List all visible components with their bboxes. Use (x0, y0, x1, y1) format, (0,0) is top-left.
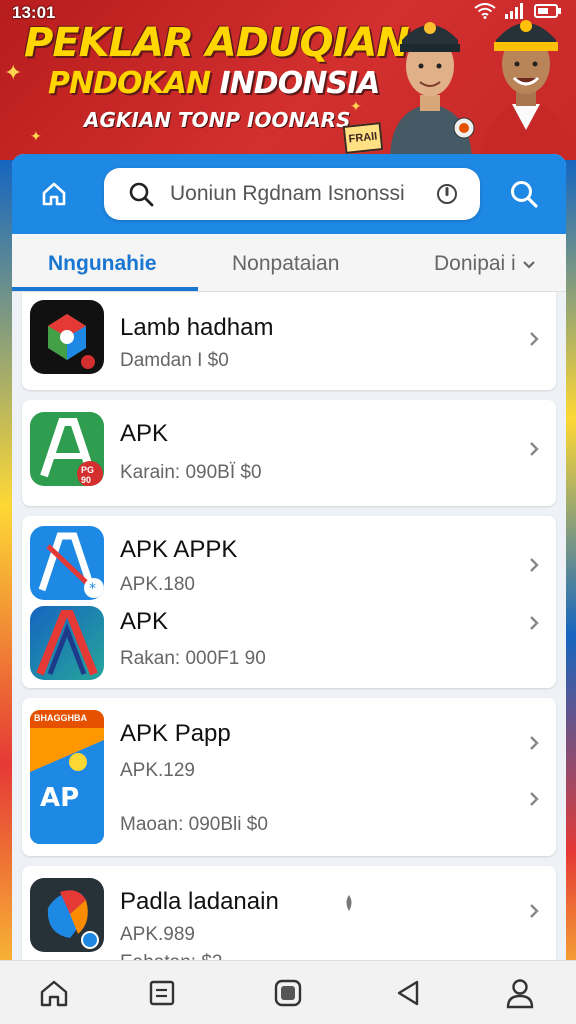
tab-2-label: Donipai i (434, 252, 516, 275)
app-version: APK.989 (120, 924, 195, 945)
sparkle-icon: ✦ (4, 60, 23, 85)
chevron-right-icon (530, 792, 539, 806)
app-price: Damdan I $0 (120, 350, 229, 371)
status-time: 13:01 (12, 3, 56, 22)
home-icon (40, 980, 68, 1007)
bottom-nav-bar (0, 960, 576, 1024)
chevron-right-icon (530, 558, 539, 572)
app-name: APK APPK (120, 536, 238, 563)
app-name: APK (120, 608, 169, 635)
app-name: Padla ladanain (120, 888, 279, 915)
list-item[interactable]: Lamb hadham Damdan I $0 (22, 292, 556, 390)
user-icon (506, 979, 534, 1009)
tab-0[interactable]: Nngunahie (48, 252, 157, 276)
battery-icon (534, 4, 561, 18)
search-input[interactable] (170, 178, 420, 210)
app-price: Maoan: 090Bli $0 (120, 814, 268, 835)
banner-subtitle-b: INDONSIA (219, 66, 381, 101)
blue-a-app-icon: * (30, 526, 104, 600)
nav-home-button[interactable] (36, 975, 72, 1011)
wifi-icon (474, 3, 496, 19)
banner-sign: FRAlI (342, 122, 384, 154)
chevron-right-icon (530, 332, 539, 346)
app-icon-text: BHAGGHBA (34, 713, 87, 723)
back-icon (397, 980, 419, 1006)
list-item[interactable]: * APK APPK APK.180 APK Rakan: 000F1 90 (22, 516, 556, 688)
colorful-app-icon (30, 878, 104, 952)
nav-overview-button[interactable] (270, 975, 306, 1011)
app-price: Karain: 090BÏ $0 (120, 462, 262, 483)
hex-app-icon (30, 300, 104, 374)
svg-text:*: * (89, 581, 96, 597)
chevron-right-icon (530, 904, 539, 918)
square-icon (274, 979, 302, 1007)
app-price: Rakan: 000F1 90 (120, 648, 266, 669)
chevron-right-icon (530, 616, 539, 630)
status-icons (474, 3, 562, 19)
app-list: Lamb hadham Damdan I $0 PG 90 APK Karain… (12, 292, 566, 974)
chevron-right-icon (530, 736, 539, 750)
search-icon (129, 182, 154, 207)
home-button[interactable] (34, 176, 74, 212)
svg-text:AP: AP (40, 783, 79, 813)
app-version: APK.180 (120, 574, 195, 595)
list-item[interactable]: AP BHAGGHBA APK Papp APK.129 Maoan: 090B… (22, 698, 556, 856)
active-tab-indicator (12, 287, 198, 291)
promo-banner[interactable]: ✦ ✦ ✦ PEKLAR ADUQIAN PNDOKAN INDONSIA AG… (0, 0, 576, 160)
search-icon (511, 181, 538, 208)
banner-tagline: AGKIAN TONP IOONARS (84, 108, 351, 132)
green-a-app-icon: PG 90 (30, 412, 104, 486)
signal-icon (505, 3, 523, 19)
status-bar: 13:01 (0, 0, 576, 26)
list-item[interactable]: Padla ladanain APK.989 Eahatan: $2 (22, 866, 556, 974)
list-item[interactable]: PG 90 APK Karain: 090BÏ $0 (22, 400, 556, 506)
voice-search-icon[interactable] (436, 183, 458, 205)
app-name: APK (120, 420, 169, 447)
nav-profile-button[interactable] (502, 975, 538, 1011)
nav-recents-button[interactable] (144, 975, 180, 1011)
nav-back-button[interactable] (390, 975, 426, 1011)
app-version: APK.129 (120, 760, 195, 781)
chevron-down-icon (522, 261, 535, 269)
sparkle-icon: ✦ (30, 128, 42, 144)
search-button[interactable] (504, 174, 544, 214)
pin-icon (346, 895, 352, 911)
banner-title: PEKLAR ADUQIAN (24, 20, 410, 66)
category-tabs: Nngunahie Nonpataian Donipai i (12, 234, 566, 292)
tab-2[interactable]: Donipai i (434, 252, 536, 276)
home-icon (42, 182, 66, 206)
chevron-right-icon (530, 442, 539, 456)
tab-1[interactable]: Nonpataian (232, 252, 339, 276)
banner-subtitle-a: PNDOKAN (48, 66, 220, 101)
app-store-panel: Nngunahie Nonpataian Donipai i Lamb hadh… (12, 154, 566, 974)
search-bar[interactable] (104, 168, 480, 220)
orange-card-app-icon: AP BHAGGHBA (30, 710, 104, 844)
top-app-bar (12, 154, 566, 234)
app-name: Lamb hadham (120, 314, 274, 341)
banner-subtitle: PNDOKAN INDONSIA (48, 66, 381, 101)
triangle-a-app-icon (30, 606, 104, 680)
app-badge: PG 90 (81, 465, 95, 485)
app-name: APK Papp (120, 720, 231, 747)
list-icon (149, 980, 175, 1006)
